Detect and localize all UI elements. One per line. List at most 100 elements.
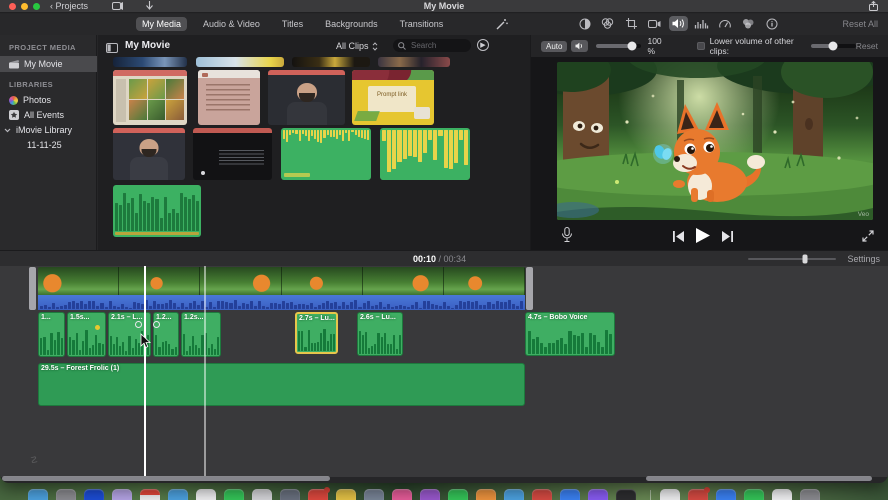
dock-icon-sheets[interactable] <box>744 489 764 500</box>
sidebar-item-event-date[interactable]: 11-11-25 <box>0 137 97 153</box>
fullscreen-icon[interactable] <box>862 229 874 247</box>
clip-filter-icon[interactable] <box>739 16 758 31</box>
film-frame[interactable] <box>362 267 444 295</box>
media-thumbnail-audio[interactable] <box>113 185 201 237</box>
dock-icon-vscode[interactable] <box>560 489 580 500</box>
dock-icon-messages[interactable] <box>224 489 244 500</box>
dock-icon-photos[interactable] <box>252 489 272 500</box>
audio-clip-bobo-voice[interactable]: 4.7s – Bobo Voice <box>525 312 615 356</box>
skip-forward-button[interactable] <box>722 229 733 247</box>
tab-backgrounds[interactable]: Backgrounds <box>319 17 384 31</box>
video-preview[interactable]: Veo <box>557 62 873 220</box>
reset-all-button[interactable]: Reset All <box>842 19 878 29</box>
sidebar-item-all-events[interactable]: All Events <box>0 107 97 123</box>
audio-clip[interactable]: 2.6s – Lu... <box>357 312 403 356</box>
media-thumbnail-webcam[interactable] <box>113 128 185 180</box>
speed-icon[interactable] <box>715 16 734 31</box>
search-input[interactable] <box>409 40 467 51</box>
audio-clip[interactable]: 1... <box>38 312 65 357</box>
lower-volume-slider[interactable] <box>810 41 856 51</box>
playhead[interactable] <box>144 266 146 476</box>
dock-icon-notes[interactable] <box>336 489 356 500</box>
media-thumbnail-audio[interactable] <box>380 128 470 180</box>
dock-icon-maps[interactable] <box>112 489 132 500</box>
dock-icon-chrome[interactable] <box>196 489 216 500</box>
tab-titles[interactable]: Titles <box>276 17 309 31</box>
media-thumbnail-screenshot[interactable] <box>113 70 187 125</box>
dock-icon-trash[interactable] <box>800 489 820 500</box>
clip-filter-circle-icon[interactable]: ▶ <box>477 39 489 51</box>
timeline-scrollbar[interactable] <box>2 476 330 481</box>
noise-reduction-icon[interactable] <box>692 16 711 31</box>
audio-clip[interactable]: 1.2... <box>153 312 179 357</box>
tab-transitions[interactable]: Transitions <box>394 17 450 31</box>
media-thumbnail-webcam[interactable] <box>268 70 345 125</box>
timeline-settings-button[interactable]: Settings <box>847 254 880 264</box>
timeline-zoom-slider[interactable] <box>748 254 836 264</box>
dock-icon-docs[interactable] <box>716 489 736 500</box>
video-audio-track[interactable] <box>38 295 525 310</box>
sidebar-toggle-icon[interactable] <box>106 40 118 58</box>
tab-audio-video[interactable]: Audio & Video <box>197 17 266 31</box>
skip-back-button[interactable] <box>673 229 684 247</box>
keyframe-marker[interactable] <box>135 321 142 328</box>
video-filmstrip[interactable] <box>38 267 525 295</box>
dock-icon-itunes[interactable] <box>420 489 440 500</box>
background-music-clip[interactable]: 29.5s – Forest Frolic (1) <box>38 363 525 406</box>
beat-marker[interactable] <box>95 325 100 330</box>
film-frame[interactable] <box>38 267 120 295</box>
dock-icon-keynote[interactable] <box>364 489 384 500</box>
dock-icon-calendar[interactable] <box>140 489 160 500</box>
media-thumbnail-audio[interactable] <box>281 128 371 180</box>
film-frame[interactable] <box>200 267 282 295</box>
dock-icon-safari[interactable] <box>168 489 188 500</box>
enhance-wand-icon[interactable] <box>496 17 508 35</box>
media-thumbnail[interactable] <box>378 57 450 67</box>
sidebar-item-photos[interactable]: Photos <box>0 92 97 108</box>
color-correction-icon[interactable] <box>598 16 617 31</box>
dock-icon-mail-alt[interactable] <box>688 487 710 500</box>
clip-info-icon[interactable] <box>762 16 781 31</box>
dock-icon-terminal[interactable] <box>616 489 636 500</box>
lower-volume-checkbox[interactable] <box>697 42 705 50</box>
dock-icon-preview-app[interactable] <box>772 489 792 500</box>
dock-icon-launchpad[interactable] <box>56 489 76 500</box>
sidebar-item-imovie-library[interactable]: iMovie Library <box>0 122 97 138</box>
film-frame[interactable] <box>119 267 201 295</box>
color-balance-icon[interactable] <box>575 16 594 31</box>
share-icon[interactable] <box>869 0 878 13</box>
dock-icon-youtube[interactable] <box>532 489 552 500</box>
record-voiceover-mic-icon[interactable] <box>561 227 573 248</box>
dock-icon-browser-alt[interactable] <box>660 489 680 500</box>
audio-clip[interactable]: 1.2s... <box>181 312 221 357</box>
media-thumbnail-terminal[interactable] <box>193 128 272 180</box>
crop-icon[interactable] <box>622 16 641 31</box>
dock-icon-podcasts[interactable] <box>392 489 412 500</box>
mute-speaker-button[interactable] <box>571 40 589 52</box>
sidebar-item-my-movie[interactable]: My Movie <box>0 56 97 72</box>
timeline-scrollbar[interactable] <box>646 476 872 481</box>
audio-clip[interactable]: 1.5s... <box>67 312 106 357</box>
media-thumbnail-document[interactable] <box>198 70 260 125</box>
dock-icon-music[interactable] <box>308 487 330 500</box>
film-frame[interactable] <box>443 267 525 295</box>
stabilization-icon[interactable] <box>645 16 664 31</box>
clip-trim-handle-right[interactable] <box>526 267 533 310</box>
dock-icon-imovie[interactable] <box>588 489 608 500</box>
volume-slider[interactable] <box>596 41 642 51</box>
volume-icon[interactable] <box>668 16 688 31</box>
film-frame[interactable] <box>281 267 363 295</box>
audio-clip-selected[interactable]: 2.7s – Lu... <box>295 312 338 354</box>
clip-trim-handle-left[interactable] <box>29 267 36 310</box>
media-thumbnail[interactable] <box>292 57 370 67</box>
dock-icon-mail[interactable] <box>84 489 104 500</box>
tab-my-media[interactable]: My Media <box>136 17 188 31</box>
all-clips-dropdown[interactable]: All Clips <box>336 41 378 51</box>
media-thumbnail[interactable] <box>196 57 284 67</box>
auto-volume-button[interactable]: Auto <box>541 40 568 52</box>
media-thumbnail-presentation[interactable]: Prompt link <box>352 70 434 125</box>
dock-icon-facetime[interactable] <box>448 489 468 500</box>
keyframe-marker[interactable] <box>153 321 160 328</box>
search-box[interactable] <box>393 39 471 52</box>
dock-icon-settings[interactable] <box>280 489 300 500</box>
